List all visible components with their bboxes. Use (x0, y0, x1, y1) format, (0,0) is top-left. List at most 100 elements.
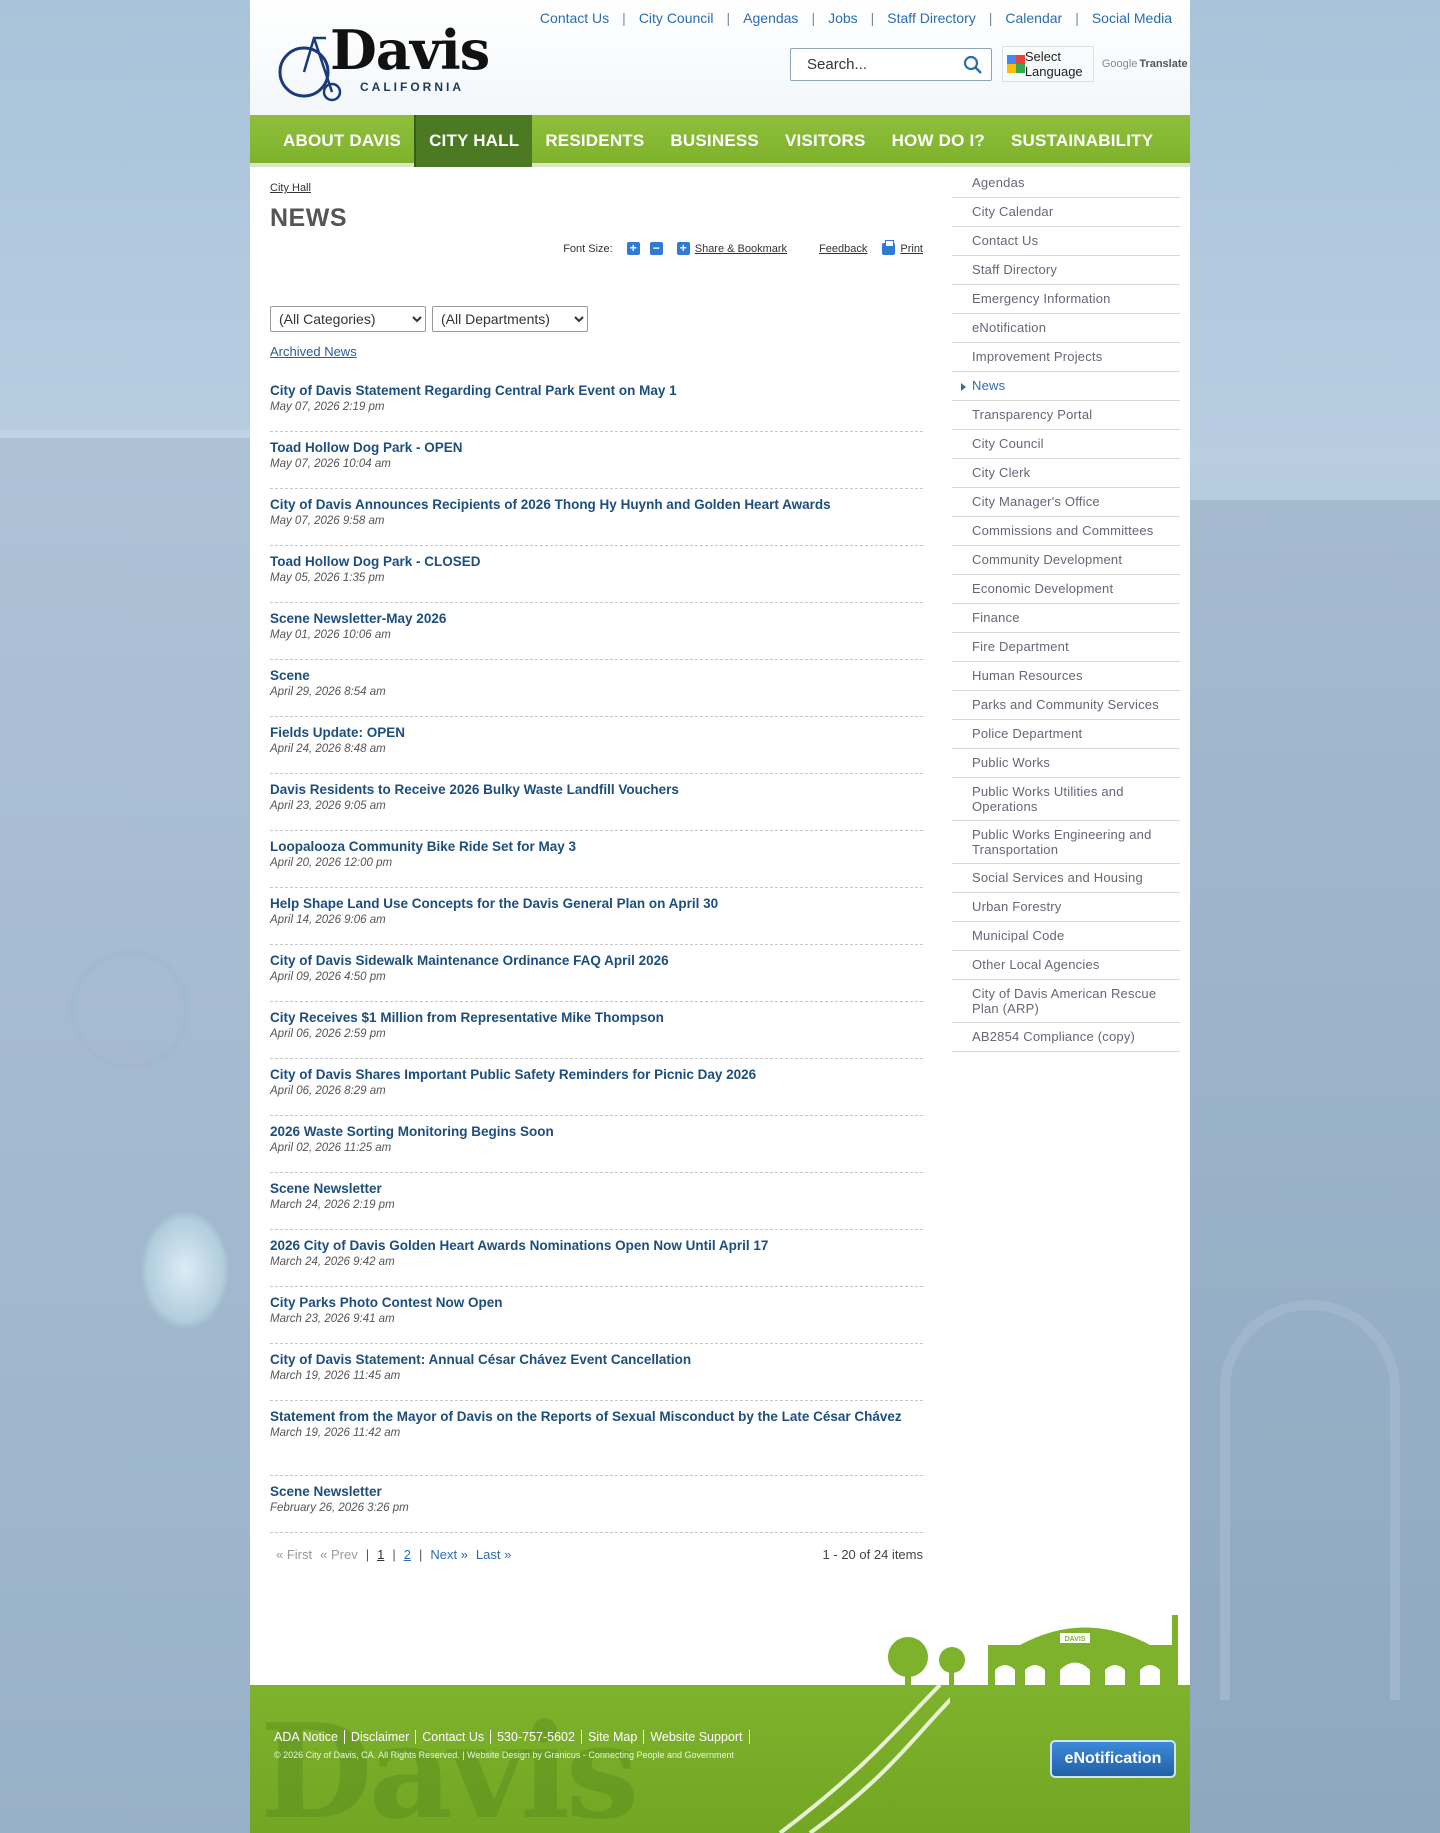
news-title[interactable]: 2026 Waste Sorting Monitoring Begins Soo… (270, 1123, 923, 1141)
news-title[interactable]: City Parks Photo Contest Now Open (270, 1294, 923, 1312)
news-date: May 07, 2026 10:04 am (270, 458, 391, 470)
nav-residents[interactable]: RESIDENTS (532, 115, 657, 167)
sidebar-item-community-development[interactable]: Community Development (952, 546, 1180, 575)
sidebar-item-public-works-engineering[interactable]: Public Works Engineering and Transportat… (952, 821, 1180, 864)
nav-city-hall[interactable]: CITY HALL (414, 115, 533, 167)
sidebar-item-arp[interactable]: City of Davis American Rescue Plan (ARP) (952, 980, 1180, 1023)
footer-illustration: DAVIS (888, 1615, 1178, 1685)
news-date: April 02, 2026 11:25 am (270, 1142, 392, 1154)
news-title[interactable]: City of Davis Shares Important Public Sa… (270, 1066, 923, 1084)
sidebar-item-city-clerk[interactable]: City Clerk (952, 459, 1180, 488)
news-filters: (All Categories) (All Departments) (270, 306, 588, 332)
share-icon[interactable]: + (676, 242, 690, 255)
news-title[interactable]: Scene Newsletter (270, 1483, 923, 1501)
sidebar-item-urban-forestry[interactable]: Urban Forestry (952, 893, 1180, 922)
news-title[interactable]: 2026 City of Davis Golden Heart Awards N… (270, 1237, 923, 1255)
utility-link-social-media[interactable]: Social Media (1092, 10, 1172, 26)
utility-link-city-council[interactable]: City Council (639, 10, 714, 26)
sidebar-item-economic-development[interactable]: Economic Development (952, 575, 1180, 604)
sidebar-item-contact-us[interactable]: Contact Us (952, 227, 1180, 256)
footer-link-ada-notice[interactable]: ADA Notice (274, 1730, 345, 1744)
news-title[interactable]: City Receives $1 Million from Representa… (270, 1009, 923, 1027)
font-decrease-icon[interactable]: − (649, 242, 663, 255)
news-title[interactable]: City of Davis Sidewalk Maintenance Ordin… (270, 952, 923, 970)
news-title[interactable]: City of Davis Statement: Annual César Ch… (270, 1351, 923, 1369)
pager-last[interactable]: Last » (476, 1547, 511, 1562)
footer-link-website-support[interactable]: Website Support (644, 1730, 750, 1744)
breadcrumb[interactable]: City Hall (270, 182, 311, 194)
sidebar-item-public-works[interactable]: Public Works (952, 749, 1180, 778)
sidebar-item-staff-directory[interactable]: Staff Directory (952, 256, 1180, 285)
pager-page-2[interactable]: 2 (404, 1547, 411, 1562)
news-title[interactable]: Help Shape Land Use Concepts for the Dav… (270, 895, 923, 913)
sidebar-item-enotification[interactable]: eNotification (952, 314, 1180, 343)
page-container: Davis CALIFORNIA Contact Us | City Counci… (250, 0, 1190, 1833)
department-select[interactable]: (All Departments) (432, 306, 588, 332)
category-select[interactable]: (All Categories) (270, 306, 426, 332)
news-title[interactable]: Scene Newsletter-May 2026 (270, 610, 923, 628)
news-title[interactable]: Scene Newsletter (270, 1180, 923, 1198)
nav-sustainability[interactable]: SUSTAINABILITY (998, 115, 1166, 167)
sidebar-item-news[interactable]: News (952, 372, 1180, 401)
sidebar-item-other-local-agencies[interactable]: Other Local Agencies (952, 951, 1180, 980)
utility-link-agendas[interactable]: Agendas (743, 10, 798, 26)
enotification-button[interactable]: eNotification (1050, 1740, 1176, 1778)
utility-link-staff-directory[interactable]: Staff Directory (887, 10, 975, 26)
print-icon[interactable] (882, 239, 896, 255)
sidebar-item-parks[interactable]: Parks and Community Services (952, 691, 1180, 720)
sidebar-item-agendas[interactable]: Agendas (952, 169, 1180, 198)
utility-link-contact-us[interactable]: Contact Us (540, 10, 609, 26)
news-list: City of Davis Statement Regarding Centra… (270, 375, 923, 1533)
sidebar-item-fire-department[interactable]: Fire Department (952, 633, 1180, 662)
sidebar-item-improvement-projects[interactable]: Improvement Projects (952, 343, 1180, 372)
news-title[interactable]: City of Davis Statement Regarding Centra… (270, 382, 923, 400)
translate-label: Translate (1139, 58, 1188, 70)
search-icon[interactable] (963, 55, 983, 75)
archived-news-link[interactable]: Archived News (270, 344, 357, 359)
share-bookmark-link[interactable]: Share & Bookmark (695, 243, 787, 255)
news-item: Scene April 29, 2026 8:54 am (270, 660, 923, 717)
google-logo: Google (1101, 58, 1138, 70)
news-title[interactable]: City of Davis Announces Recipients of 20… (270, 496, 923, 514)
news-item: Scene Newsletter March 24, 2026 2:19 pm (270, 1173, 923, 1230)
sidebar-item-emergency-information[interactable]: Emergency Information (952, 285, 1180, 314)
sidebar-item-public-works-utilities[interactable]: Public Works Utilities and Operations (952, 778, 1180, 821)
news-title[interactable]: Toad Hollow Dog Park - CLOSED (270, 553, 923, 571)
sidebar-item-city-calendar[interactable]: City Calendar (952, 198, 1180, 227)
nav-about-davis[interactable]: ABOUT DAVIS (270, 115, 414, 167)
sidebar-item-human-resources[interactable]: Human Resources (952, 662, 1180, 691)
sidebar-item-finance[interactable]: Finance (952, 604, 1180, 633)
footer-link-disclaimer[interactable]: Disclaimer (345, 1730, 417, 1744)
sidebar-item-city-council[interactable]: City Council (952, 430, 1180, 459)
news-title[interactable]: Fields Update: OPEN (270, 724, 923, 742)
utility-link-jobs[interactable]: Jobs (828, 10, 858, 26)
sidebar-item-municipal-code[interactable]: Municipal Code (952, 922, 1180, 951)
search-input[interactable] (807, 56, 957, 73)
feedback-link[interactable]: Feedback (819, 243, 867, 255)
print-link[interactable]: Print (900, 243, 923, 255)
news-title[interactable]: Statement from the Mayor of Davis on the… (270, 1408, 923, 1426)
utility-link-calendar[interactable]: Calendar (1005, 10, 1062, 26)
news-title[interactable]: Davis Residents to Receive 2026 Bulky Wa… (270, 781, 923, 799)
news-title[interactable]: Toad Hollow Dog Park - OPEN (270, 439, 923, 457)
footer-link-site-map[interactable]: Site Map (582, 1730, 645, 1744)
news-title[interactable]: Scene (270, 667, 923, 685)
nav-business[interactable]: BUSINESS (657, 115, 772, 167)
select-language-button[interactable]: Select Language (1002, 46, 1094, 82)
sidebar-item-commissions[interactable]: Commissions and Committees (952, 517, 1180, 546)
footer-link-contact-us[interactable]: Contact Us (416, 1730, 492, 1744)
footer-link-phone[interactable]: 530-757-5602 (491, 1730, 582, 1744)
sidebar-item-social-services[interactable]: Social Services and Housing (952, 864, 1180, 893)
davis-logo[interactable]: Davis CALIFORNIA (274, 20, 490, 102)
google-translate-icon (1007, 55, 1025, 73)
nav-visitors[interactable]: VISITORS (772, 115, 879, 167)
sidebar-item-ab2854[interactable]: AB2854 Compliance (copy) (952, 1023, 1180, 1052)
nav-how-do-i[interactable]: HOW DO I? (879, 115, 998, 167)
font-increase-icon[interactable]: + (626, 242, 640, 255)
sidebar-item-transparency-portal[interactable]: Transparency Portal (952, 401, 1180, 430)
news-date: April 29, 2026 8:54 am (270, 686, 386, 698)
sidebar-item-city-managers-office[interactable]: City Manager's Office (952, 488, 1180, 517)
news-title[interactable]: Loopalooza Community Bike Ride Set for M… (270, 838, 923, 856)
pager-next[interactable]: Next » (430, 1547, 468, 1562)
sidebar-item-police-department[interactable]: Police Department (952, 720, 1180, 749)
